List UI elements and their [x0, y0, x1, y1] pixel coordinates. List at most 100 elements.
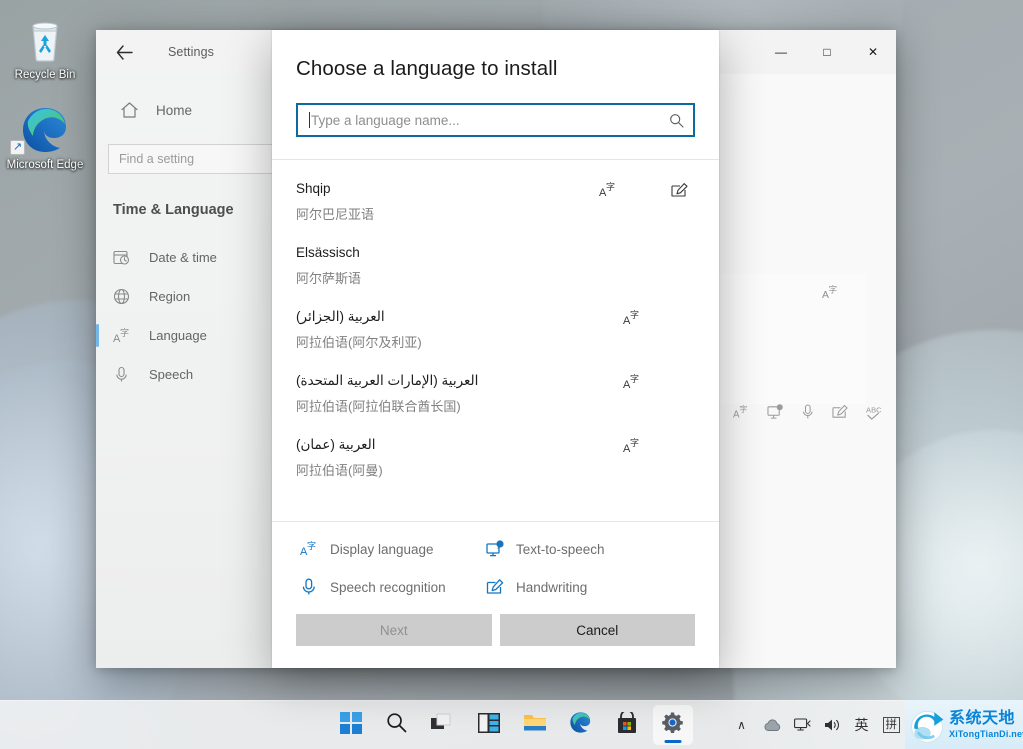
edge-icon	[569, 711, 592, 739]
text-caret	[309, 112, 310, 128]
taskbar-file-explorer-button[interactable]	[515, 705, 555, 745]
language-translated-name: 阿尔巴尼亚语	[296, 207, 375, 222]
list-item[interactable]: Elsässisch 阿尔萨斯语	[272, 234, 719, 298]
find-setting-placeholder: Find a setting	[119, 152, 195, 166]
minimize-button[interactable]: —	[758, 30, 804, 74]
ime-pinyin-label: 拼	[882, 717, 900, 733]
list-item[interactable]: Shqip 阿尔巴尼亚语 A 字	[272, 170, 719, 234]
list-item[interactable]: العربية (عمان) 阿拉伯语(阿曼) A 字	[272, 426, 719, 490]
edge-icon: ↗	[4, 104, 86, 156]
desktop: Recycle Bin ↗ Microsoft Edge Settings — …	[0, 0, 1023, 749]
volume-icon[interactable]	[819, 709, 846, 741]
folder-icon	[523, 712, 547, 738]
svg-text:字: 字	[630, 309, 639, 321]
text-to-speech-icon	[767, 404, 784, 425]
dialog-header: Choose a language to install Type a lang…	[272, 30, 719, 137]
legend-item-handwriting: Handwriting	[482, 578, 695, 596]
ime-pinyin-indicator[interactable]: 拼	[878, 709, 906, 741]
globe-icon	[113, 288, 137, 305]
taskbar-task-view-button[interactable]	[423, 705, 463, 745]
svg-text:字: 字	[630, 373, 639, 385]
legend-label: Text-to-speech	[516, 541, 605, 557]
speech-recognition-icon	[801, 404, 815, 425]
svg-text:ABC: ABC	[866, 405, 882, 414]
taskbar-microsoft-store-button[interactable]	[607, 705, 647, 745]
language-feature-icons: A 字	[623, 308, 695, 328]
cancel-button[interactable]: Cancel	[499, 614, 695, 646]
language-search-placeholder: Type a language name...	[311, 112, 460, 128]
desktop-icon-microsoft-edge[interactable]: ↗ Microsoft Edge	[4, 104, 86, 172]
language-native-name: Elsässisch	[296, 245, 360, 260]
legend-item-text-to-speech: Text-to-speech	[482, 540, 695, 558]
handwriting-icon	[671, 180, 695, 200]
desktop-icon-recycle-bin[interactable]: Recycle Bin	[4, 14, 86, 82]
back-button[interactable]	[102, 30, 146, 74]
legend-label: Speech recognition	[330, 579, 446, 595]
next-button[interactable]: Next	[296, 614, 492, 646]
search-icon[interactable]	[669, 113, 684, 128]
language-feature-icons: A 字	[733, 404, 884, 425]
display-language-icon: A 字	[113, 327, 137, 345]
taskbar-start-button[interactable]	[331, 705, 371, 745]
feature-legend: A 字 Display language Text-to-speech Spee…	[272, 522, 719, 600]
legend-label: Display language	[330, 541, 434, 557]
display-language-icon: A 字	[623, 308, 695, 328]
shortcut-arrow-icon: ↗	[10, 140, 25, 155]
tray-chevron-icon[interactable]: ∧	[729, 709, 755, 741]
ime-mode-indicator[interactable]: 英	[849, 709, 875, 741]
display-language-icon: A 字	[733, 404, 750, 425]
network-icon[interactable]	[789, 709, 816, 741]
svg-text:字: 字	[307, 540, 316, 552]
windows-logo-icon	[339, 711, 362, 739]
task-view-icon	[431, 713, 454, 738]
store-icon	[616, 709, 638, 739]
taskbar-edge-button[interactable]	[561, 705, 601, 745]
gear-icon	[661, 711, 684, 739]
home-icon	[120, 101, 146, 119]
language-search-input[interactable]: Type a language name...	[296, 103, 695, 137]
calendar-clock-icon	[113, 249, 137, 266]
taskbar-settings-button[interactable]	[652, 705, 693, 745]
svg-text:字: 字	[606, 181, 615, 193]
window-title: Settings	[168, 45, 214, 59]
language-translated-name: 阿拉伯语(阿尔及利亚)	[296, 335, 422, 350]
microphone-icon	[113, 366, 137, 383]
text-to-speech-icon	[482, 540, 508, 558]
taskbar-items	[331, 705, 693, 745]
handwriting-icon	[832, 404, 849, 425]
sidebar-item-label: Date & time	[149, 250, 217, 265]
display-language-icon: A 字	[623, 436, 695, 456]
choose-language-dialog: Choose a language to install Type a lang…	[272, 30, 719, 668]
watermark-en-label: XiTongTianDi.net	[949, 728, 1023, 739]
maximize-button[interactable]: □	[804, 30, 850, 74]
taskbar-widgets-button[interactable]	[469, 705, 509, 745]
cloud-icon[interactable]	[758, 709, 786, 741]
svg-text:字: 字	[630, 437, 639, 449]
system-tray: ∧ 英 拼	[729, 709, 906, 741]
svg-text:字: 字	[829, 285, 838, 296]
sidebar-item-label: Home	[156, 102, 193, 118]
display-language-icon: A 字	[599, 180, 671, 200]
basic-typing-icon: ABC	[866, 404, 884, 425]
taskbar: ∧ 英 拼 系统天地 XiTongTianDi.net	[0, 700, 1023, 749]
legend-label: Handwriting	[516, 579, 588, 595]
language-feature-icons: A 字	[623, 372, 695, 392]
handwriting-icon	[482, 578, 508, 596]
taskbar-search-button[interactable]	[377, 705, 417, 745]
list-item[interactable]: العربية (الجزائر) 阿拉伯语(阿尔及利亚) A 字	[272, 298, 719, 362]
sidebar-item-label: Speech	[149, 367, 194, 382]
sidebar-item-label: Language	[149, 328, 207, 343]
language-list[interactable]: Shqip 阿尔巴尼亚语 A 字 Elsässisch 阿尔萨斯语 العربي…	[272, 160, 719, 521]
sidebar-item-label: Region	[149, 289, 191, 304]
watermark-logo-icon	[911, 710, 944, 743]
list-item[interactable]: العربية (الإمارات العربية المتحدة) 阿拉伯语(…	[272, 362, 719, 426]
desktop-icon-label: Recycle Bin	[14, 69, 76, 81]
close-button[interactable]: ✕	[850, 30, 896, 74]
display-language-icon: A 字	[822, 284, 840, 306]
display-language-icon: A 字	[623, 372, 695, 392]
language-translated-name: 阿尔萨斯语	[296, 271, 362, 286]
speech-recognition-icon	[296, 578, 322, 596]
language-translated-name: 阿拉伯语(阿曼)	[296, 463, 383, 478]
dialog-title: Choose a language to install	[296, 57, 558, 80]
desktop-icon-label: Microsoft Edge	[6, 159, 84, 171]
